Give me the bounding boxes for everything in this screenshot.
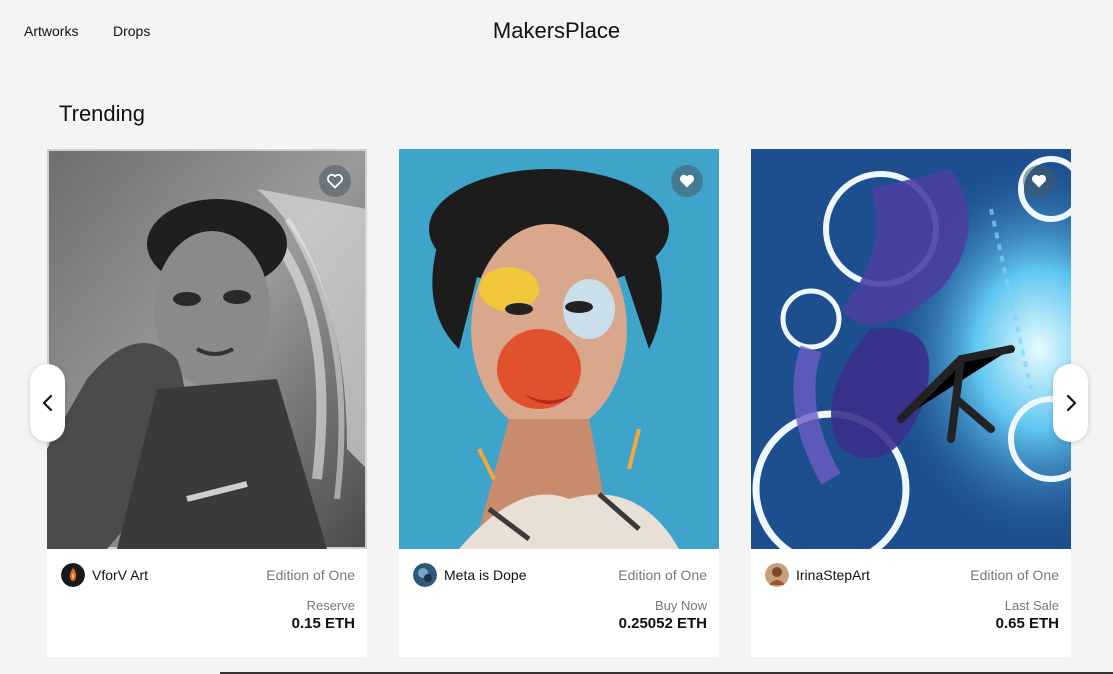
artwork-card[interactable]: IrinaStepArt Edition of One Last Sale 0.… — [751, 149, 1071, 657]
favorite-button[interactable] — [671, 165, 703, 197]
chevron-left-icon — [42, 394, 52, 412]
chevron-right-icon — [1066, 394, 1076, 412]
avatar[interactable] — [413, 563, 437, 587]
artist-name[interactable]: IrinaStepArt — [796, 567, 870, 583]
favorite-button[interactable] — [1023, 165, 1055, 197]
favorite-button[interactable] — [319, 165, 351, 197]
brand-logo[interactable]: MakersPlace — [0, 18, 1113, 44]
section-title: Trending — [59, 101, 146, 126]
artist-row[interactable]: IrinaStepArt Edition of One — [765, 563, 1059, 587]
artwork-card[interactable]: VforV Art Edition of One Reserve 0.15 ET… — [47, 149, 367, 657]
carousel-prev-button[interactable] — [30, 364, 65, 442]
artwork-image[interactable] — [399, 149, 719, 549]
price-value: 0.25052 ETH — [618, 615, 707, 632]
avatar[interactable] — [765, 563, 789, 587]
heart-filled-icon — [679, 174, 695, 188]
avatar[interactable] — [61, 563, 85, 587]
price-value: 0.65 ETH — [995, 615, 1059, 632]
carousel-next-button[interactable] — [1053, 364, 1088, 442]
artwork-image[interactable] — [47, 149, 367, 549]
price-label: Last Sale — [1004, 598, 1059, 613]
artwork-image[interactable] — [751, 149, 1071, 549]
artist-row[interactable]: Meta is Dope Edition of One — [413, 563, 707, 587]
top-nav: Artworks Drops MakersPlace — [0, 0, 1113, 62]
price-label: Reserve — [306, 598, 355, 613]
heart-outline-icon — [327, 173, 343, 189]
price-value: 0.15 ETH — [291, 615, 355, 632]
edition-label: Edition of One — [970, 567, 1059, 583]
artist-row[interactable]: VforV Art Edition of One — [61, 563, 355, 587]
artist-name[interactable]: Meta is Dope — [444, 567, 526, 583]
edition-label: Edition of One — [266, 567, 355, 583]
edition-label: Edition of One — [618, 567, 707, 583]
price-label: Buy Now — [654, 598, 707, 613]
heart-filled-icon — [1031, 174, 1047, 188]
artwork-card[interactable]: Meta is Dope Edition of One Buy Now 0.25… — [399, 149, 719, 657]
artist-name[interactable]: VforV Art — [92, 567, 148, 583]
